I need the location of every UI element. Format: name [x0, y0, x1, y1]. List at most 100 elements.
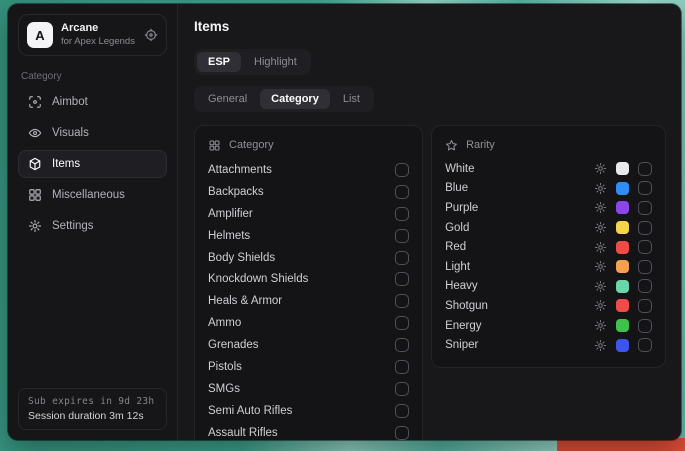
category-row-label: Body Shields [208, 252, 275, 264]
sidebar-spacer [18, 240, 167, 388]
checkbox[interactable] [638, 338, 652, 352]
rarity-row: Heavy [445, 277, 652, 297]
rarity-row: Sniper [445, 335, 652, 355]
rarity-row-label: Blue [445, 182, 468, 194]
checkbox[interactable] [638, 260, 652, 274]
checkbox[interactable] [638, 279, 652, 293]
tab-category[interactable]: Category [260, 89, 330, 109]
brand-subtitle: for Apex Legends [61, 36, 135, 48]
checkbox[interactable] [395, 338, 409, 352]
checkbox[interactable] [638, 181, 652, 195]
checkbox[interactable] [638, 221, 652, 235]
sidebar-item-label: Visuals [52, 127, 89, 139]
gear-icon[interactable] [594, 162, 607, 175]
brand-name: Arcane [61, 22, 135, 36]
sidebar-item-miscellaneous[interactable]: Miscellaneous [18, 181, 167, 209]
checkbox[interactable] [395, 360, 409, 374]
color-swatch[interactable] [616, 162, 629, 175]
category-row-label: Ammo [208, 317, 241, 329]
brand-text: Arcane for Apex Legends [61, 22, 135, 48]
color-swatch[interactable] [616, 339, 629, 352]
checkbox[interactable] [395, 294, 409, 308]
checkbox[interactable] [395, 207, 409, 221]
category-rows: Attachments Backpacks Amplifier Helmets … [208, 159, 409, 440]
sidebar-item-items[interactable]: Items [18, 150, 167, 178]
category-row-label: Semi Auto Rifles [208, 405, 292, 417]
sidebar-item-visuals[interactable]: Visuals [18, 119, 167, 147]
color-swatch[interactable] [616, 182, 629, 195]
rarity-row-label: Energy [445, 320, 481, 332]
sub-expiry-text: Sub expires in 9d 23h [28, 396, 157, 407]
color-swatch[interactable] [616, 221, 629, 234]
category-row: Backpacks [208, 181, 409, 203]
rarity-row-label: Gold [445, 222, 469, 234]
rarity-row: Purple [445, 198, 652, 218]
page-title: Items [194, 19, 666, 34]
checkbox[interactable] [395, 404, 409, 418]
checkbox[interactable] [638, 162, 652, 176]
checkbox[interactable] [395, 163, 409, 177]
category-row: Attachments [208, 159, 409, 181]
grid-icon [208, 139, 221, 152]
checkbox[interactable] [638, 319, 652, 333]
app-logo: A [27, 22, 53, 48]
checkbox[interactable] [638, 201, 652, 215]
category-row-label: Heals & Armor [208, 295, 282, 307]
checkbox[interactable] [638, 240, 652, 254]
tab-list[interactable]: List [332, 89, 371, 109]
gear-icon[interactable] [594, 182, 607, 195]
category-row-label: Amplifier [208, 208, 253, 220]
checkbox[interactable] [395, 382, 409, 396]
app-window: A Arcane for Apex Legends Category Aimbo… [8, 4, 681, 440]
color-swatch[interactable] [616, 299, 629, 312]
gear-icon[interactable] [594, 280, 607, 293]
category-row-label: Grenades [208, 339, 259, 351]
checkbox[interactable] [395, 229, 409, 243]
color-swatch[interactable] [616, 280, 629, 293]
sidebar-item-aimbot[interactable]: Aimbot [18, 88, 167, 116]
gear-icon[interactable] [594, 319, 607, 332]
category-row-label: Knockdown Shields [208, 273, 308, 285]
rarity-row-label: Heavy [445, 280, 478, 292]
gear-icon[interactable] [594, 299, 607, 312]
mode-option-esp[interactable]: ESP [197, 52, 241, 72]
color-swatch[interactable] [616, 319, 629, 332]
panels-row: Category Attachments Backpacks Amplifier… [194, 125, 666, 440]
gear-icon[interactable] [594, 260, 607, 273]
color-swatch[interactable] [616, 201, 629, 214]
gear-icon[interactable] [594, 241, 607, 254]
checkbox[interactable] [395, 185, 409, 199]
tab-general[interactable]: General [197, 89, 258, 109]
sidebar-item-settings[interactable]: Settings [18, 212, 167, 240]
rarity-panel-header: Rarity [445, 136, 652, 154]
rarity-row-label: Red [445, 241, 466, 253]
sidebar-item-label: Aimbot [52, 96, 88, 108]
rarity-row: Red [445, 237, 652, 257]
checkbox[interactable] [395, 272, 409, 286]
rarity-row: White [445, 159, 652, 179]
gear-icon[interactable] [594, 221, 607, 234]
category-row: Heals & Armor [208, 290, 409, 312]
category-row-label: Helmets [208, 230, 250, 242]
visuals-eye-icon [28, 126, 42, 140]
tab-bar: GeneralCategoryList [194, 86, 374, 112]
gear-icon[interactable] [594, 339, 607, 352]
mode-option-highlight[interactable]: Highlight [243, 52, 308, 72]
category-panel-title: Category [229, 139, 274, 151]
color-swatch[interactable] [616, 260, 629, 273]
target-icon[interactable] [144, 28, 158, 42]
sidebar-nav: Aimbot Visuals Items Miscellaneous Setti… [18, 88, 167, 240]
checkbox[interactable] [638, 299, 652, 313]
checkbox[interactable] [395, 426, 409, 440]
checkbox[interactable] [395, 251, 409, 265]
category-panel-header: Category [208, 136, 409, 154]
category-row: Knockdown Shields [208, 268, 409, 290]
color-swatch[interactable] [616, 241, 629, 254]
settings-gear-icon [28, 219, 42, 233]
aimbot-crosshair-icon [28, 95, 42, 109]
checkbox[interactable] [395, 316, 409, 330]
rarity-row-label: Light [445, 261, 470, 273]
gear-icon[interactable] [594, 201, 607, 214]
category-row-label: SMGs [208, 383, 240, 395]
session-duration-text: Session duration 3m 12s [28, 410, 157, 422]
